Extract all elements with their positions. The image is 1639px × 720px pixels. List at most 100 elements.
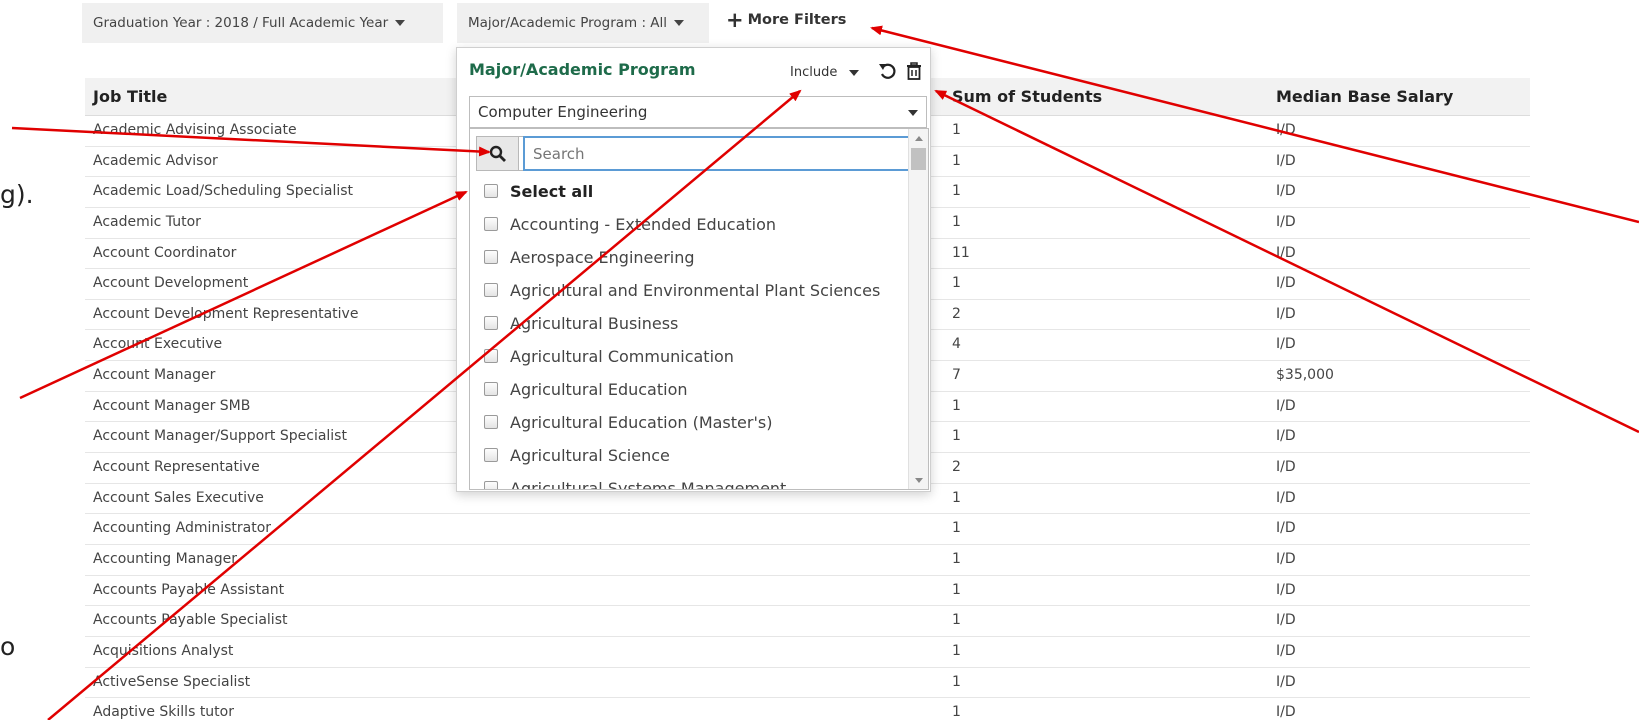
checkbox[interactable] bbox=[484, 382, 498, 396]
program-option[interactable]: Agricultural and Environmental Plant Sci… bbox=[484, 278, 880, 302]
reset-icon[interactable] bbox=[877, 60, 899, 82]
sum-of-students-cell: 1 bbox=[952, 122, 961, 138]
median-salary-cell: I/D bbox=[1276, 612, 1296, 629]
program-option[interactable]: Agricultural Business bbox=[484, 311, 678, 335]
median-salary-cell: I/D bbox=[1276, 459, 1296, 476]
sum-of-students-cell: 1 bbox=[952, 642, 961, 659]
scroll-up-icon[interactable] bbox=[909, 129, 928, 147]
sum-of-students-cell: 1 bbox=[952, 581, 961, 598]
sum-of-students-cell: 1 bbox=[952, 152, 961, 169]
sum-of-students-cell: 2 bbox=[952, 305, 961, 322]
sum-of-students-cell: 4 bbox=[952, 336, 961, 353]
median-salary-cell: I/D bbox=[1276, 152, 1296, 169]
caret-down-icon bbox=[395, 20, 406, 26]
sum-of-students-cell: 1 bbox=[952, 550, 961, 567]
median-salary-cell: I/D bbox=[1276, 183, 1296, 200]
job-title-cell: Account Manager/Support Specialist bbox=[93, 428, 347, 445]
annotation-fragment: g). bbox=[0, 180, 34, 209]
program-options-list: Select all Accounting - Extended Educati… bbox=[469, 128, 929, 490]
job-title-cell: Academic Tutor bbox=[93, 213, 201, 230]
checkbox[interactable] bbox=[484, 316, 498, 330]
median-salary-cell: $35,000 bbox=[1276, 367, 1334, 384]
more-filters-button[interactable]: + More Filters bbox=[726, 10, 846, 31]
graduation-year-filter[interactable]: Graduation Year : 2018 / Full Academic Y… bbox=[82, 3, 443, 43]
median-salary-cell: I/D bbox=[1276, 397, 1296, 414]
caret-down-icon bbox=[849, 69, 860, 76]
median-salary-cell: I/D bbox=[1276, 428, 1296, 445]
checkbox[interactable] bbox=[484, 448, 498, 462]
table-row: Acquisitions Analyst 1 I/D bbox=[85, 637, 1530, 668]
median-salary-cell: I/D bbox=[1276, 581, 1296, 598]
major-filter-label: Major/Academic Program : All bbox=[468, 15, 668, 31]
sum-of-students-cell: 2 bbox=[952, 459, 961, 476]
header-sum-of-students[interactable]: Sum of Students bbox=[952, 87, 1102, 106]
median-salary-cell: I/D bbox=[1276, 520, 1296, 537]
job-title-cell: Account Manager SMB bbox=[93, 397, 251, 414]
table-row: Accounts Payable Assistant 1 I/D bbox=[85, 576, 1530, 607]
median-salary-cell: I/D bbox=[1276, 305, 1296, 322]
scrollbar-thumb[interactable] bbox=[911, 148, 926, 170]
median-salary-cell: I/D bbox=[1276, 275, 1296, 292]
checkbox[interactable] bbox=[484, 217, 498, 231]
program-option-label: Aerospace Engineering bbox=[510, 247, 695, 267]
header-job-title[interactable]: Job Title bbox=[93, 87, 167, 106]
job-title-cell: Accounts Payable Specialist bbox=[93, 612, 288, 629]
selected-program-select[interactable]: Computer Engineering bbox=[469, 96, 927, 128]
program-option-label: Agricultural Systems Management bbox=[510, 478, 787, 490]
checkbox[interactable] bbox=[484, 283, 498, 297]
job-title-cell: Acquisitions Analyst bbox=[93, 642, 234, 659]
job-title-cell: Accounting Administrator bbox=[93, 520, 272, 537]
median-salary-cell: I/D bbox=[1276, 673, 1296, 690]
header-median-base-salary[interactable]: Median Base Salary bbox=[1276, 87, 1453, 106]
major-filter[interactable]: Major/Academic Program : All bbox=[457, 3, 709, 43]
options-scrollbar[interactable] bbox=[908, 129, 928, 489]
job-title-cell: Accounting Manager bbox=[93, 550, 237, 567]
program-option[interactable]: Agricultural Education bbox=[484, 377, 688, 401]
job-title-cell: Account Sales Executive bbox=[93, 489, 264, 506]
median-salary-cell: I/D bbox=[1276, 122, 1296, 138]
search-icon[interactable] bbox=[477, 137, 519, 170]
caret-down-icon bbox=[908, 110, 918, 116]
program-option[interactable]: Agricultural Science bbox=[484, 443, 670, 467]
sum-of-students-cell: 1 bbox=[952, 704, 961, 720]
program-option-label: Agricultural and Environmental Plant Sci… bbox=[510, 280, 881, 300]
job-title-cell: Account Manager bbox=[93, 367, 216, 384]
job-title-cell: Academic Advising Associate bbox=[93, 122, 297, 138]
include-label: Include bbox=[790, 65, 838, 80]
job-title-cell: ActiveSense Specialist bbox=[93, 673, 251, 690]
table-row: ActiveSense Specialist 1 I/D bbox=[85, 668, 1530, 699]
graduation-year-filter-label: Graduation Year : 2018 / Full Academic Y… bbox=[93, 15, 389, 31]
scroll-down-icon[interactable] bbox=[909, 471, 928, 489]
popup-title: Major/Academic Program bbox=[469, 60, 696, 79]
job-title-cell: Account Development Representative bbox=[93, 305, 359, 322]
job-title-cell: Account Executive bbox=[93, 336, 223, 353]
table-row: Accounts Payable Specialist 1 I/D bbox=[85, 606, 1530, 637]
program-option[interactable]: Agricultural Systems Management bbox=[484, 476, 787, 490]
checkbox[interactable] bbox=[484, 415, 498, 429]
include-dropdown[interactable]: Include bbox=[790, 65, 860, 80]
program-option-label: Agricultural Education bbox=[510, 379, 688, 399]
program-option-label: Agricultural Education (Master's) bbox=[510, 412, 773, 432]
sum-of-students-cell: 1 bbox=[952, 183, 961, 200]
select-all-option[interactable]: Select all bbox=[484, 179, 593, 203]
median-salary-cell: I/D bbox=[1276, 244, 1296, 261]
median-salary-cell: I/D bbox=[1276, 550, 1296, 567]
checkbox[interactable] bbox=[484, 349, 498, 363]
major-filter-popup: Major/Academic Program Include Computer … bbox=[456, 47, 931, 492]
job-title-cell: Account Representative bbox=[93, 459, 260, 476]
search-input[interactable] bbox=[523, 136, 910, 171]
program-option[interactable]: Aerospace Engineering bbox=[484, 245, 695, 269]
trash-icon[interactable] bbox=[903, 60, 925, 82]
sum-of-students-cell: 1 bbox=[952, 489, 961, 506]
checkbox[interactable] bbox=[484, 250, 498, 264]
median-salary-cell: I/D bbox=[1276, 213, 1296, 230]
table-row: Accounting Manager 1 I/D bbox=[85, 545, 1530, 576]
sum-of-students-cell: 7 bbox=[952, 367, 961, 384]
program-option[interactable]: Accounting - Extended Education bbox=[484, 212, 776, 236]
select-all-label: Select all bbox=[510, 181, 594, 201]
checkbox[interactable] bbox=[484, 481, 498, 489]
program-option[interactable]: Agricultural Communication bbox=[484, 344, 734, 368]
job-title-cell: Academic Advisor bbox=[93, 152, 218, 169]
program-option[interactable]: Agricultural Education (Master's) bbox=[484, 410, 772, 434]
checkbox[interactable] bbox=[484, 184, 498, 198]
